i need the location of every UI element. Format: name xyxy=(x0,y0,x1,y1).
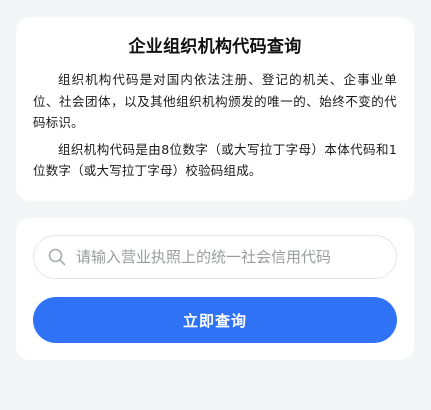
search-icon xyxy=(48,248,66,266)
description-paragraph: 组织机构代码是由8位数字（或大写拉丁字母）本体代码和1位数字（或大写拉丁字母）校… xyxy=(33,141,397,179)
query-button[interactable]: 立即查询 xyxy=(33,297,397,343)
query-card: 立即查询 xyxy=(16,218,414,360)
search-box[interactable] xyxy=(33,235,397,279)
page-title: 企业组织机构代码查询 xyxy=(128,37,302,57)
search-input[interactable] xyxy=(76,245,376,269)
description-paragraph: 组织机构代码是对国内依法注册、登记的机关、企事业单位、社会团体，以及其他组织机构… xyxy=(33,72,397,130)
info-card: 企业组织机构代码查询 组织机构代码是对国内依法注册、登记的机关、企事业单位、社会… xyxy=(16,17,414,201)
